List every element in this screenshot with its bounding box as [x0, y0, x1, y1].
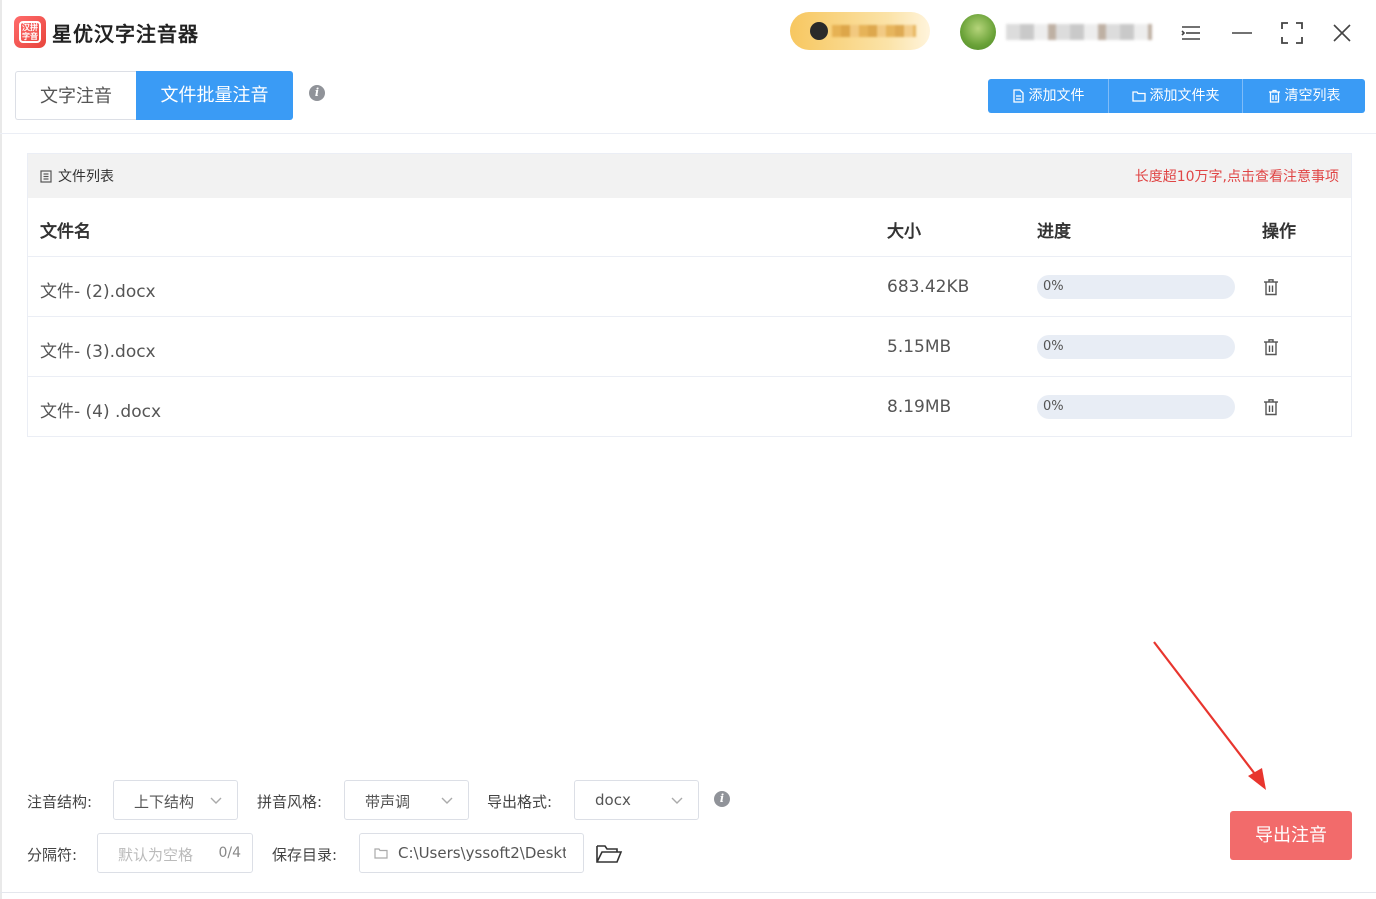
add-file-button[interactable]: 添加文件: [988, 79, 1109, 113]
clear-list-button[interactable]: 清空列表: [1243, 79, 1365, 113]
header-divider: [0, 133, 1376, 134]
menu-icon[interactable]: [1178, 20, 1204, 46]
column-header-action: 操作: [1262, 222, 1296, 242]
close-icon[interactable]: [1329, 20, 1355, 46]
progress-text: 0%: [1043, 339, 1064, 354]
trash-icon: [1268, 89, 1280, 103]
format-info-icon[interactable]: i: [714, 791, 730, 807]
open-folder-icon[interactable]: [595, 842, 623, 866]
footer-divider: [0, 892, 1376, 893]
vip-crown-icon: [810, 22, 828, 40]
export-format-value: docx: [595, 791, 631, 809]
separator-placeholder: 默认为空格: [118, 846, 194, 864]
structure-select[interactable]: 上下结构: [113, 780, 238, 820]
export-format-label: 导出格式:: [487, 793, 553, 811]
maximize-icon[interactable]: [1279, 20, 1305, 46]
info-icon[interactable]: i: [309, 85, 325, 101]
separator-input[interactable]: 默认为空格 0/4: [97, 833, 253, 873]
separator-char-count: 0/4: [218, 845, 241, 861]
minimize-icon[interactable]: [1229, 20, 1255, 46]
save-dir-label: 保存目录:: [272, 846, 338, 864]
pinyin-style-value: 带声调: [365, 793, 411, 811]
separator-label: 分隔符:: [27, 846, 78, 864]
column-header-name: 文件名: [40, 222, 91, 242]
folder-icon: [1131, 91, 1146, 102]
structure-label: 注音结构:: [27, 793, 93, 811]
progress-bar: 0%: [1037, 335, 1235, 359]
list-icon: [40, 169, 52, 183]
save-dir-value: C:\Users\yssoft2\Deskto: [398, 844, 566, 862]
pinyin-style-select[interactable]: 带声调: [344, 780, 469, 820]
file-list-title: 文件列表: [40, 166, 114, 186]
file-size: 683.42KB: [887, 277, 970, 297]
structure-value: 上下结构: [134, 793, 195, 811]
user-name-blurred: [1006, 24, 1152, 40]
file-size: 8.19MB: [887, 397, 952, 417]
add-folder-button[interactable]: 添加文件夹: [1109, 79, 1243, 113]
progress-text: 0%: [1043, 399, 1064, 414]
progress-text: 0%: [1043, 279, 1064, 294]
export-format-select[interactable]: docx: [574, 780, 699, 820]
progress-bar: 0%: [1037, 275, 1235, 299]
column-header-size: 大小: [887, 222, 921, 242]
user-avatar[interactable]: [960, 14, 996, 50]
delete-row-icon[interactable]: [1263, 398, 1279, 416]
window-left-edge: [0, 0, 2, 899]
delete-row-icon[interactable]: [1263, 338, 1279, 356]
tab-batch-file-annotation[interactable]: 文件批量注音: [136, 71, 293, 120]
clear-list-label: 清空列表: [1284, 88, 1341, 104]
save-dir-input[interactable]: C:\Users\yssoft2\Deskto: [359, 833, 584, 873]
progress-bar: 0%: [1037, 395, 1235, 419]
file-list-title-text: 文件列表: [58, 169, 114, 185]
chevron-down-icon: [441, 797, 453, 804]
red-arrow-annotation: [1153, 641, 1266, 790]
app-logo-icon: 汉拼字音: [14, 16, 46, 48]
column-header-progress: 进度: [1037, 222, 1071, 242]
vip-badge-button[interactable]: [790, 12, 930, 50]
chevron-down-icon: [210, 797, 222, 804]
file-icon: [1012, 89, 1024, 103]
add-file-label: 添加文件: [1028, 88, 1085, 104]
vip-blurred-text: [832, 25, 916, 37]
length-warning-link[interactable]: 长度超10万字,点击查看注意事项: [1135, 166, 1339, 186]
file-name: 文件- (2).docx: [40, 282, 156, 302]
chevron-down-icon: [671, 797, 683, 804]
file-name: 文件- (3).docx: [40, 342, 156, 362]
folder-icon: [374, 848, 388, 859]
app-title: 星优汉字注音器: [52, 22, 199, 46]
add-folder-label: 添加文件夹: [1149, 88, 1220, 104]
logo-text: 汉拼字音: [19, 21, 41, 43]
pinyin-style-label: 拼音风格:: [257, 793, 323, 811]
file-action-buttons: 添加文件 添加文件夹 清空列表: [988, 79, 1365, 113]
file-size: 5.15MB: [887, 337, 952, 357]
file-name: 文件- (4) .docx: [40, 402, 162, 422]
delete-row-icon[interactable]: [1263, 278, 1279, 296]
export-annotation-button[interactable]: 导出注音: [1230, 811, 1352, 860]
tab-text-annotation[interactable]: 文字注音: [15, 71, 136, 120]
